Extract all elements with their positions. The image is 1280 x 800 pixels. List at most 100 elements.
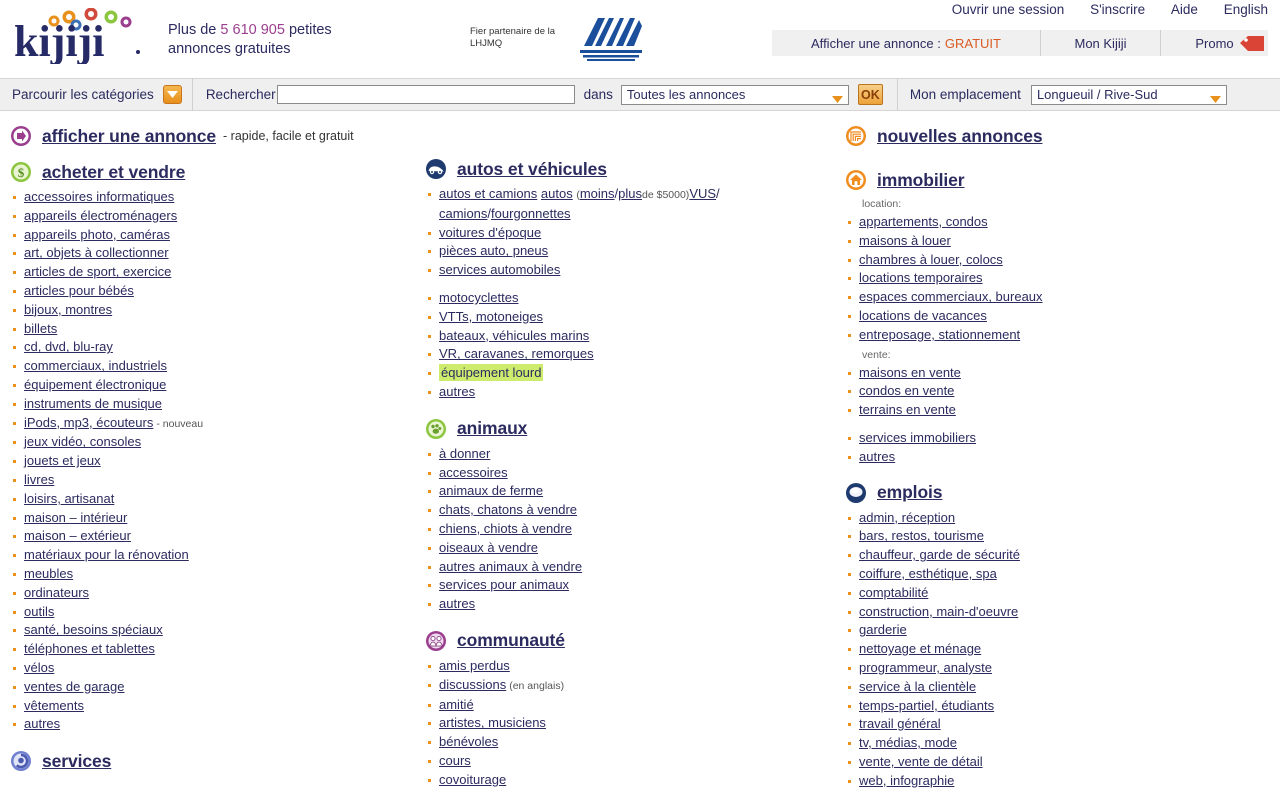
cat-link[interactable]: comptabilité (859, 585, 928, 600)
cat-link[interactable]: discussions (439, 677, 506, 692)
cat-link[interactable]: pièces auto, pneus (439, 243, 548, 258)
cat-link[interactable]: à donner (439, 446, 490, 461)
cat-link[interactable]: instruments de musique (24, 396, 162, 411)
cat-link[interactable]: VTTs, motoneiges (439, 309, 543, 324)
post-ad-heading[interactable]: afficher une annonce - rapide, facile et… (10, 125, 420, 147)
cat-link[interactable]: vêtements (24, 698, 84, 713)
cat-link[interactable]: maisons en vente (859, 365, 961, 380)
cat-link[interactable]: web, infographie (859, 773, 954, 788)
language-link[interactable]: English (1224, 2, 1268, 17)
section-heading-immobilier[interactable]: immobilier (845, 169, 1270, 191)
cat-link[interactable]: espaces commerciaux, bureaux (859, 289, 1043, 304)
cat-link[interactable]: appareils électroménagers (24, 208, 177, 223)
cat-link[interactable]: art, objets à collectionner (24, 245, 169, 260)
cat-link[interactable]: artistes, musiciens (439, 715, 546, 730)
cat-link[interactable]: maisons à louer (859, 233, 951, 248)
section-heading-acheter-et-vendre[interactable]: $ acheter et vendre (10, 161, 420, 183)
cat-link[interactable]: nettoyage et ménage (859, 641, 981, 656)
cat-link[interactable]: vélos (24, 660, 54, 675)
cat-link[interactable]: services automobiles (439, 262, 560, 277)
cat-link[interactable]: loisirs, artisanat (24, 491, 114, 506)
cat-link[interactable]: terrains en vente (859, 402, 956, 417)
cat-link[interactable]: autres (439, 384, 475, 399)
category-select[interactable]: Toutes les annonces (620, 84, 849, 105)
cat-link[interactable]: VR, caravanes, remorques (439, 346, 594, 361)
cat-link[interactable]: amitié (439, 697, 474, 712)
cat-link[interactable]: maison – extérieur (24, 528, 131, 543)
cat-link[interactable]: construction, main-d'oeuvre (859, 604, 1018, 619)
cat-link[interactable]: chiens, chiots à vendre (439, 521, 572, 536)
section-heading-communaute[interactable]: communauté (425, 630, 835, 652)
section-title[interactable]: immobilier (877, 170, 965, 191)
cat-link[interactable]: matériaux pour la rénovation (24, 547, 189, 562)
section-title[interactable]: nouvelles annonces (877, 126, 1043, 147)
cat-link[interactable]: téléphones et tablettes (24, 641, 155, 656)
cat-link[interactable]: service à la clientèle (859, 679, 976, 694)
section-title[interactable]: animaux (457, 418, 527, 439)
cat-link[interactable]: articles pour bébés (24, 283, 134, 298)
browse-categories-button[interactable]: Parcourir les catégories (0, 78, 193, 111)
cat-link[interactable]: jouets et jeux (24, 453, 101, 468)
cat-link[interactable]: covoiturage (439, 772, 506, 787)
cat-link[interactable]: locations temporaires (859, 270, 983, 285)
cat-link[interactable]: vente, vente de détail (859, 754, 983, 769)
section-title[interactable]: communauté (457, 630, 565, 651)
cat-link[interactable]: travail général (859, 716, 941, 731)
cat-link[interactable]: maison – intérieur (24, 510, 127, 525)
cat-link[interactable]: ventes de garage (24, 679, 124, 694)
tab-post-ad[interactable]: Afficher une annonce : GRATUIT (772, 30, 1040, 56)
cat-link[interactable]: tv, médias, mode (859, 735, 957, 750)
section-heading-animaux[interactable]: animaux (425, 418, 835, 440)
cat-link[interactable]: admin, réception (859, 510, 955, 525)
cat-link[interactable]: accessoires (439, 465, 508, 480)
cat-link[interactable]: services pour animaux (439, 577, 569, 592)
cat-link[interactable]: autres (859, 449, 895, 464)
section-heading-nouvelles-annonces[interactable]: nouvelles annonces (845, 125, 1270, 147)
cat-link[interactable]: cd, dvd, blu-ray (24, 339, 113, 354)
cat-link[interactable]: livres (24, 472, 54, 487)
cat-link[interactable]: locations de vacances (859, 308, 987, 323)
cat-link-fourgonnettes[interactable]: fourgonnettes (491, 206, 571, 221)
cat-link-camions[interactable]: camions (439, 206, 487, 221)
cat-link[interactable]: amis perdus (439, 658, 510, 673)
cat-link[interactable]: autres animaux à vendre (439, 559, 582, 574)
section-title[interactable]: services (42, 751, 111, 772)
section-heading-services[interactable]: services (10, 750, 420, 772)
cat-link[interactable]: accessoires informatiques (24, 189, 174, 204)
cat-link[interactable]: chats, chatons à vendre (439, 502, 577, 517)
cat-link[interactable]: bénévoles (439, 734, 498, 749)
search-submit-button[interactable]: OK (857, 84, 883, 105)
cat-link[interactable]: commerciaux, industriels (24, 358, 167, 373)
cat-link[interactable]: programmeur, analyste (859, 660, 992, 675)
cat-link-plus[interactable]: plus (618, 186, 642, 201)
cat-link[interactable]: motocyclettes (439, 290, 518, 305)
cat-link[interactable]: autres (439, 596, 475, 611)
tab-promo[interactable]: Promo (1160, 30, 1268, 56)
cat-link[interactable]: articles de sport, exercice (24, 264, 171, 279)
section-heading-emplois[interactable]: emplois (845, 482, 1270, 504)
cat-link-vus[interactable]: VUS (689, 186, 716, 201)
cat-link[interactable]: appareils photo, caméras (24, 227, 170, 242)
cat-link[interactable]: autres (24, 716, 60, 731)
register-link[interactable]: S'inscrire (1090, 2, 1145, 17)
section-heading-autos[interactable]: autos et véhicules (425, 158, 835, 180)
cat-link[interactable]: outils (24, 604, 54, 619)
cat-link[interactable]: iPods, mp3, écouteurs (24, 415, 153, 430)
cat-link[interactable]: meubles (24, 566, 73, 581)
cat-link[interactable]: temps-partiel, étudiants (859, 698, 994, 713)
cat-link-autos-et-camions[interactable]: autos et camions (439, 186, 537, 201)
cat-link[interactable]: appartements, condos (859, 214, 988, 229)
cat-link-moins[interactable]: moins (580, 186, 615, 201)
cat-link[interactable]: garderie (859, 622, 907, 637)
cat-link[interactable]: bijoux, montres (24, 302, 112, 317)
cat-link[interactable]: bateaux, véhicules marins (439, 328, 589, 343)
cat-link[interactable]: cours (439, 753, 471, 768)
chevron-down-icon[interactable] (162, 85, 182, 104)
section-title[interactable]: autos et véhicules (457, 159, 607, 180)
cat-link[interactable]: entreposage, stationnement (859, 327, 1020, 342)
login-link[interactable]: Ouvrir une session (952, 2, 1065, 17)
cat-link-equipement-lourd[interactable]: équipement lourd (439, 364, 544, 382)
search-input[interactable] (276, 85, 575, 104)
section-title[interactable]: emplois (877, 482, 943, 503)
help-link[interactable]: Aide (1171, 2, 1198, 17)
